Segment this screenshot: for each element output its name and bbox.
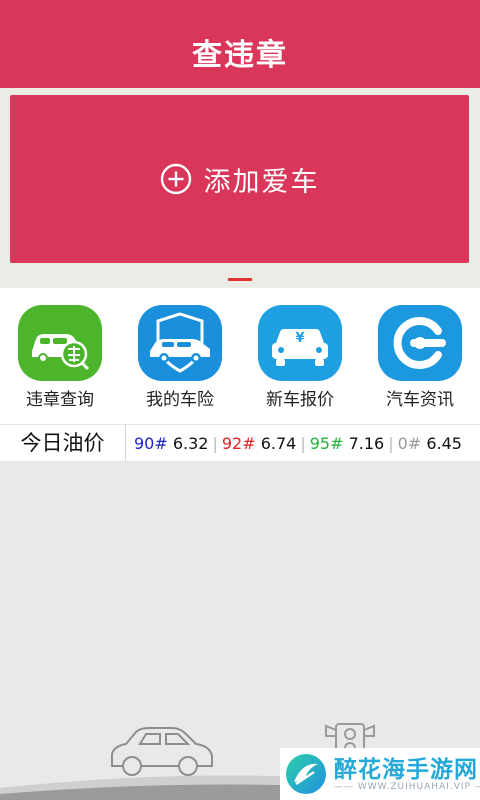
site-logo-icon xyxy=(286,754,326,794)
car-outline-icon xyxy=(111,727,213,776)
grid-label: 我的车险 xyxy=(146,390,214,410)
divider: | xyxy=(388,434,394,453)
header-bar: 查违章 xyxy=(0,0,480,88)
oil-price: 6.45 xyxy=(426,434,462,453)
watermark-title: 醉花海手游网 xyxy=(334,757,478,783)
grid-item-car-news[interactable]: 汽车资讯 xyxy=(360,288,480,424)
violation-car-icon xyxy=(18,305,102,381)
oil-price-list: 90# 6.32 | 92# 6.74 | 95# 7.16 | 0# 6.45 xyxy=(134,425,462,461)
oil-grade: 92# xyxy=(221,434,256,453)
grid-item-my-insurance[interactable]: 我的车险 xyxy=(120,288,240,424)
oil-price: 7.16 xyxy=(348,434,385,453)
grid-item-new-car-price[interactable]: ¥ 新车报价 xyxy=(240,288,360,424)
svg-text:¥: ¥ xyxy=(295,331,304,346)
grid-item-violation-query[interactable]: 违章查询 xyxy=(0,288,120,424)
car-shield-icon xyxy=(138,305,222,381)
oil-grade: 0# xyxy=(397,434,422,453)
grid-label: 汽车资讯 xyxy=(386,390,454,410)
oil-grade: 90# xyxy=(134,434,168,453)
plus-circle-icon xyxy=(160,163,191,195)
oil-price: 6.32 xyxy=(172,434,209,453)
divider: | xyxy=(212,434,218,453)
banner-area: 添加爱车 xyxy=(0,88,480,288)
feature-grid: 违章查询 我的车险 ¥ 新车报价 汽车资讯 xyxy=(0,288,480,424)
watermark-subtitle: —— WWW.ZUIHUAHAI.VIP —— xyxy=(334,782,480,792)
oil-title: 今日油价 xyxy=(0,425,126,461)
divider: | xyxy=(300,434,306,453)
oil-price-bar: 今日油价 90# 6.32 | 92# 6.74 | 95# 7.16 | 0# 6.45 xyxy=(0,424,480,462)
page-indicator xyxy=(228,278,252,281)
news-e-icon xyxy=(378,305,462,381)
add-car-button[interactable]: 添加爱车 xyxy=(10,95,469,263)
oil-grade: 95# xyxy=(309,434,344,453)
page-title: 查违章 xyxy=(192,38,288,73)
grid-label: 违章查询 xyxy=(26,390,94,410)
oil-price: 6.74 xyxy=(260,434,297,453)
grid-label: 新车报价 xyxy=(266,390,334,410)
watermark: 醉花海手游网 —— WWW.ZUIHUAHAI.VIP —— xyxy=(280,748,480,800)
add-car-label: 添加爱车 xyxy=(203,166,320,198)
car-price-icon: ¥ xyxy=(258,305,342,381)
